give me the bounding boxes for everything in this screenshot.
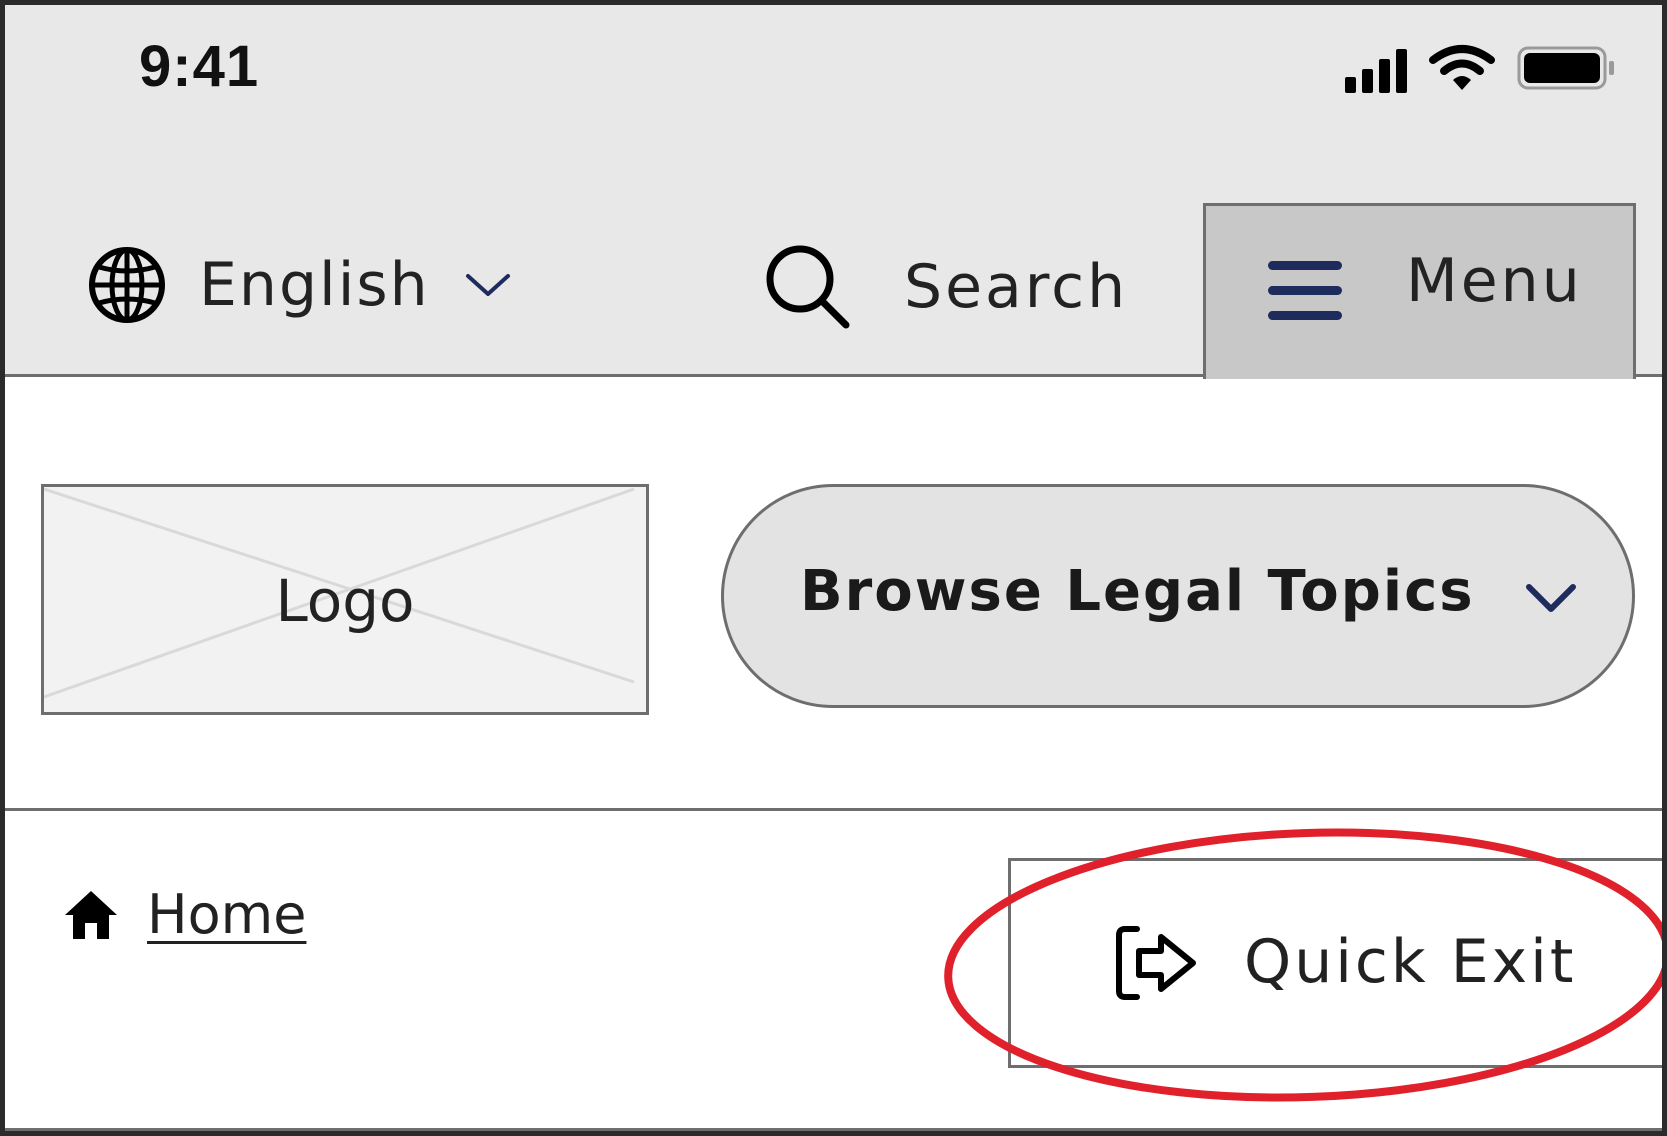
phone-frame: 9:41 English Search Menu Logo Browse Leg… [0, 0, 1667, 1136]
menu-button[interactable]: Menu [1203, 203, 1636, 379]
browse-legal-topics-button[interactable]: Browse Legal Topics [721, 484, 1635, 708]
section-divider [5, 808, 1662, 811]
cellular-signal-icon [1345, 43, 1407, 93]
logo-text: Logo [275, 567, 415, 635]
home-icon [65, 890, 117, 939]
globe-icon [89, 247, 165, 323]
browse-label: Browse Legal Topics [800, 559, 1475, 624]
hamburger-icon [1268, 261, 1342, 321]
logo-placeholder[interactable]: Logo [41, 484, 649, 715]
wifi-icon [1429, 45, 1495, 90]
battery-icon [1517, 46, 1614, 90]
chevron-down-icon [465, 274, 510, 296]
top-header: 9:41 English Search Menu [5, 5, 1662, 379]
status-time: 9:41 [139, 34, 260, 99]
status-icons [1345, 43, 1617, 93]
chevron-down-icon [1526, 584, 1576, 612]
search-label: Search [904, 252, 1129, 322]
section-divider [5, 1128, 1662, 1131]
search-icon [766, 245, 850, 329]
language-label: English [199, 250, 430, 320]
search-button[interactable]: Search [762, 241, 1128, 333]
language-selector[interactable]: English [87, 245, 512, 325]
exit-icon [1116, 926, 1196, 1000]
quick-exit-button[interactable]: Quick Exit [1008, 858, 1662, 1068]
breadcrumb-home-link[interactable]: Home [147, 883, 306, 946]
menu-label: Menu [1406, 246, 1583, 316]
breadcrumb: Home [63, 883, 306, 946]
quick-exit-label: Quick Exit [1244, 927, 1577, 997]
